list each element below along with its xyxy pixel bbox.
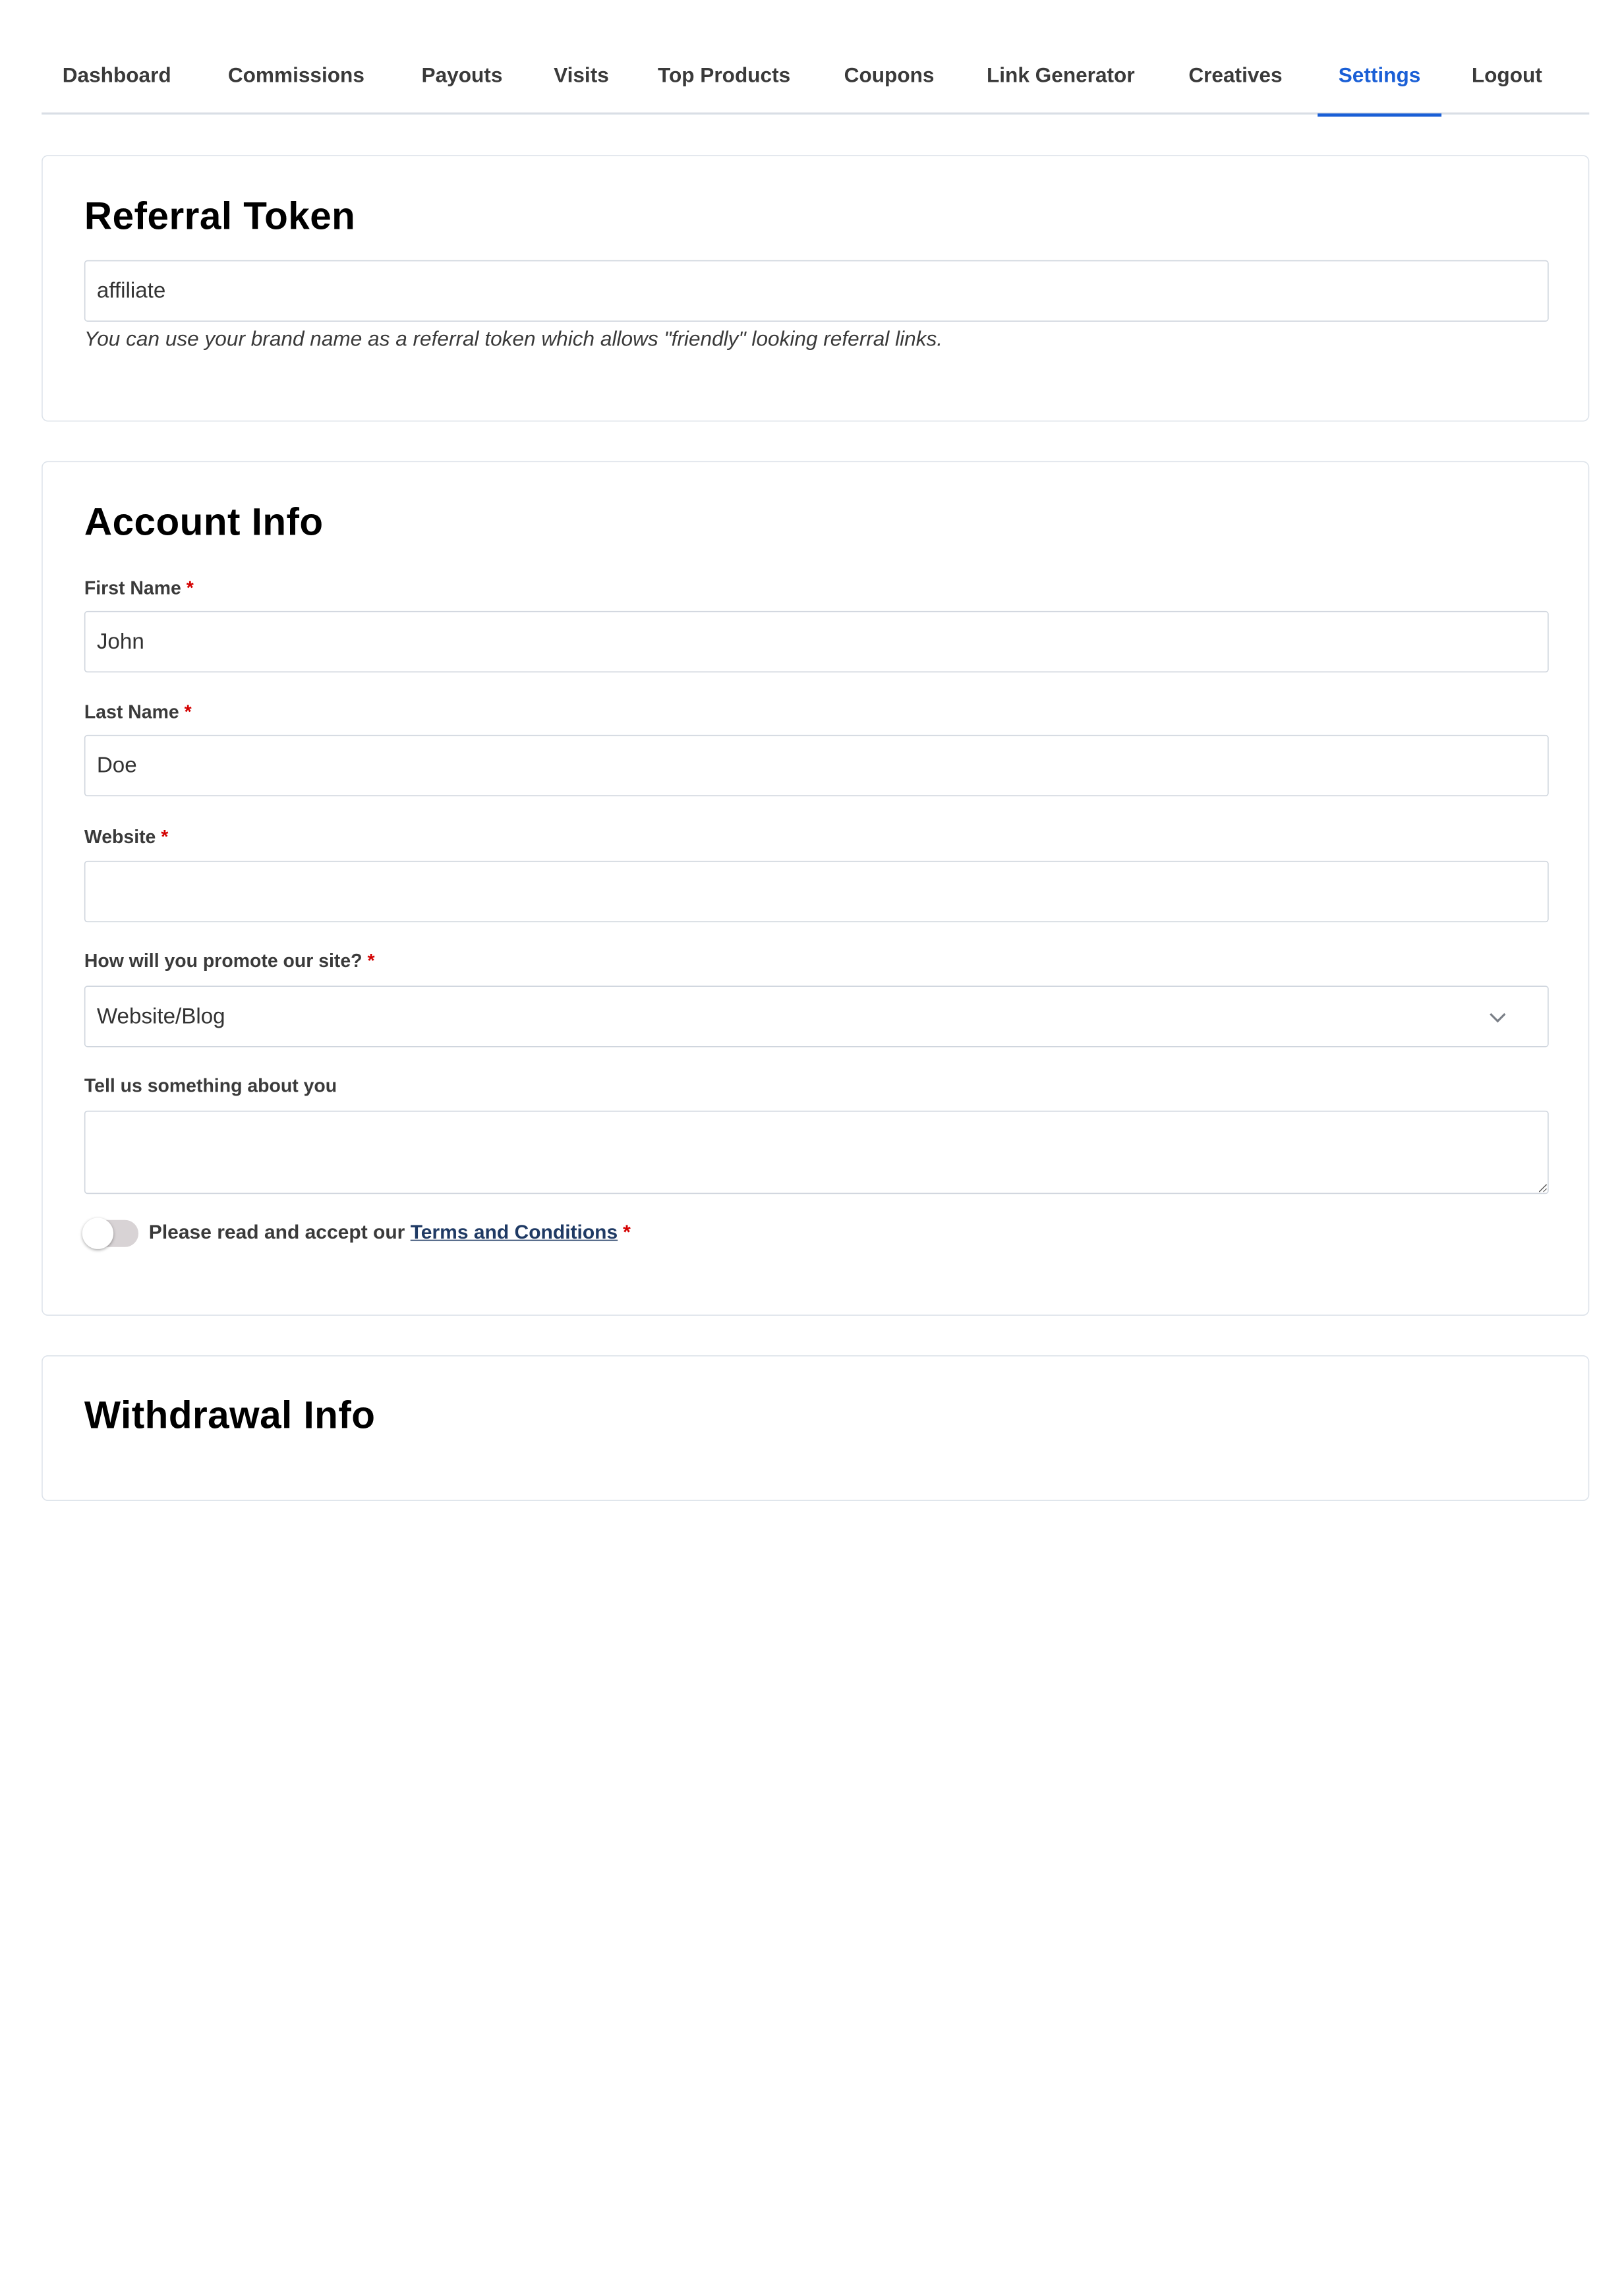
promote-label-text: How will you promote our site? xyxy=(84,950,362,972)
first-name-label: First Name * xyxy=(84,577,194,599)
last-name-label: Last Name * xyxy=(84,701,192,723)
required-marker: * xyxy=(161,826,169,848)
terms-prefix: Please read and accept our xyxy=(148,1221,405,1245)
last-name-label-text: Last Name xyxy=(84,701,179,722)
about-textarea[interactable] xyxy=(84,1110,1549,1194)
last-name-field[interactable] xyxy=(84,734,1549,797)
terms-text: Please read and accept our Terms and Con… xyxy=(149,1222,631,1245)
promote-label: How will you promote our site? * xyxy=(84,951,375,972)
website-field[interactable] xyxy=(84,860,1549,923)
about-label-text: Tell us something about you xyxy=(84,1075,337,1096)
account-info-card: Account Info First Name* Last Name* Webs… xyxy=(42,461,1590,1316)
tab-commissions[interactable]: Commissions xyxy=(228,45,364,114)
account-info-title: Account Info xyxy=(84,500,324,544)
tab-coupons[interactable]: Coupons xyxy=(844,45,935,114)
required-marker: * xyxy=(367,950,375,972)
required-marker: * xyxy=(623,1221,631,1245)
nav-tabs: Dashboard Commissions Payouts Visits Top… xyxy=(42,45,1590,117)
referral-token-help: You can use your brand name as a referra… xyxy=(84,328,943,351)
first-name-label-text: First Name xyxy=(84,577,181,599)
withdrawal-info-title: Withdrawal Info xyxy=(84,1394,376,1437)
website-label-text: Website xyxy=(84,826,156,848)
referral-token-card: Referral Token You can use your brand na… xyxy=(42,155,1590,422)
required-marker: * xyxy=(186,577,194,599)
website-label: Website * xyxy=(84,827,168,848)
toggle-knob xyxy=(82,1218,114,1249)
withdrawal-info-card: Withdrawal Info xyxy=(42,1355,1590,1502)
required-marker: * xyxy=(184,701,192,722)
promote-select[interactable]: Website/Blog xyxy=(84,985,1549,1047)
tab-payouts[interactable]: Payouts xyxy=(422,45,503,114)
tab-top-products[interactable]: Top Products xyxy=(658,45,790,114)
terms-toggle[interactable] xyxy=(82,1218,139,1249)
terms-row: Please read and accept our Terms and Con… xyxy=(82,1218,631,1249)
tab-creatives[interactable]: Creatives xyxy=(1188,45,1282,114)
referral-token-input[interactable] xyxy=(84,260,1549,322)
about-label: Tell us something about you xyxy=(84,1075,337,1097)
tab-link-generator[interactable]: Link Generator xyxy=(987,45,1135,114)
first-name-field[interactable] xyxy=(84,610,1549,673)
promote-selected-value: Website/Blog xyxy=(96,1004,225,1028)
tab-dashboard[interactable]: Dashboard xyxy=(63,45,171,114)
tab-logout[interactable]: Logout xyxy=(1472,45,1542,114)
chevron-down-icon xyxy=(1490,1013,1506,1022)
page: Dashboard Commissions Payouts Visits Top… xyxy=(0,0,1624,2290)
tab-visits[interactable]: Visits xyxy=(554,45,609,114)
terms-link[interactable]: Terms and Conditions xyxy=(411,1222,618,1244)
tab-settings[interactable]: Settings xyxy=(1318,45,1441,117)
referral-token-title: Referral Token xyxy=(84,194,356,238)
